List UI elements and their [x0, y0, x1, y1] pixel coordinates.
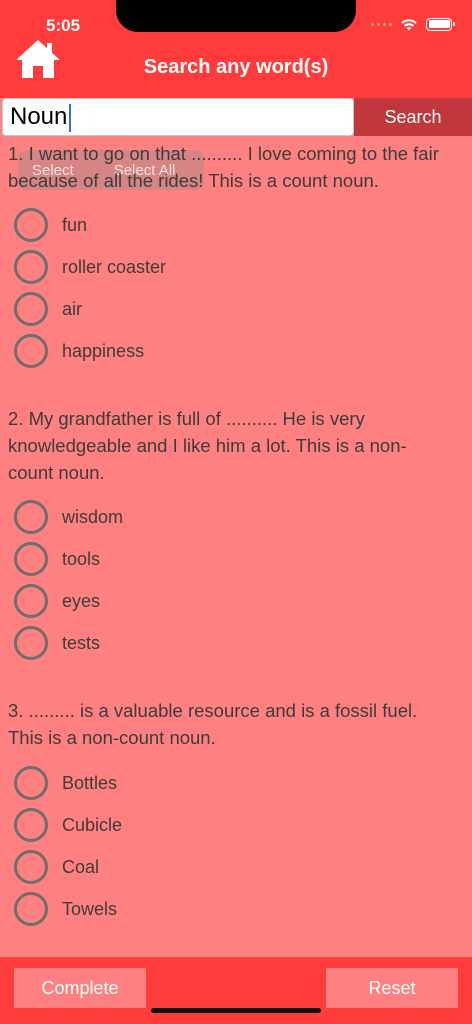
- option-label: air: [62, 298, 83, 319]
- header-bar: 5:05 Search any word(s): [0, 0, 472, 98]
- answer-option[interactable]: happiness: [14, 333, 314, 369]
- option-label: Towels: [62, 898, 118, 919]
- reset-button[interactable]: Reset: [326, 968, 458, 1008]
- footer-bar: Complete Reset: [0, 957, 472, 1024]
- option-label: fun: [62, 214, 88, 235]
- status-time: 5:05: [46, 16, 81, 35]
- answer-option[interactable]: Cubicle: [14, 807, 314, 843]
- search-bar: Search: [0, 98, 472, 138]
- answer-option[interactable]: roller coaster: [14, 249, 314, 285]
- option-label: Bottles: [62, 772, 118, 793]
- radio-button[interactable]: [14, 808, 48, 842]
- option-label: happiness: [62, 340, 145, 361]
- wifi-icon: [401, 19, 417, 31]
- search-button[interactable]: Search: [354, 98, 472, 136]
- radio-button[interactable]: [14, 766, 48, 800]
- status-icons: [371, 17, 455, 31]
- device-notch: [116, 0, 356, 32]
- battery-icon: [426, 17, 455, 31]
- radio-button[interactable]: [14, 542, 48, 576]
- page-title: Search any word(s): [143, 56, 329, 78]
- answer-option[interactable]: fun: [14, 207, 314, 243]
- radio-button[interactable]: [14, 500, 48, 534]
- answer-option[interactable]: eyes: [14, 583, 314, 619]
- answer-option[interactable]: Towels: [14, 891, 314, 927]
- radio-button[interactable]: [14, 292, 48, 326]
- option-label: Cubicle: [62, 814, 123, 835]
- option-label: tools: [62, 548, 101, 569]
- radio-button[interactable]: [14, 584, 48, 618]
- radio-button[interactable]: [14, 208, 48, 242]
- radio-button[interactable]: [14, 334, 48, 368]
- option-label: tests: [62, 632, 101, 653]
- radio-button[interactable]: [14, 626, 48, 660]
- answer-option[interactable]: tools: [14, 541, 314, 577]
- answer-option[interactable]: air: [14, 291, 314, 327]
- radio-button[interactable]: [14, 892, 48, 926]
- question-text: 1. I want to go on that .......... I lov…: [8, 143, 439, 191]
- search-input[interactable]: [2, 98, 354, 136]
- question-text: 2. My grandfather is full of .......... …: [8, 408, 407, 483]
- status-bar: 5:05: [0, 0, 472, 44]
- option-label: Coal: [62, 856, 100, 877]
- answer-option[interactable]: Coal: [14, 849, 314, 885]
- complete-button[interactable]: Complete: [14, 968, 146, 1008]
- answer-option[interactable]: Bottles: [14, 765, 314, 801]
- option-label: roller coaster: [62, 256, 167, 277]
- radio-button[interactable]: [14, 850, 48, 884]
- option-label: wisdom: [62, 506, 124, 527]
- home-indicator[interactable]: [151, 1008, 321, 1013]
- text-caret: [69, 104, 71, 132]
- answer-option[interactable]: wisdom: [14, 499, 314, 535]
- question-text: 3. ......... is a valuable resource and …: [8, 700, 418, 748]
- signal-icon: [371, 22, 392, 26]
- option-label: eyes: [62, 590, 101, 611]
- radio-button[interactable]: [14, 250, 48, 284]
- answer-option[interactable]: tests: [14, 625, 314, 661]
